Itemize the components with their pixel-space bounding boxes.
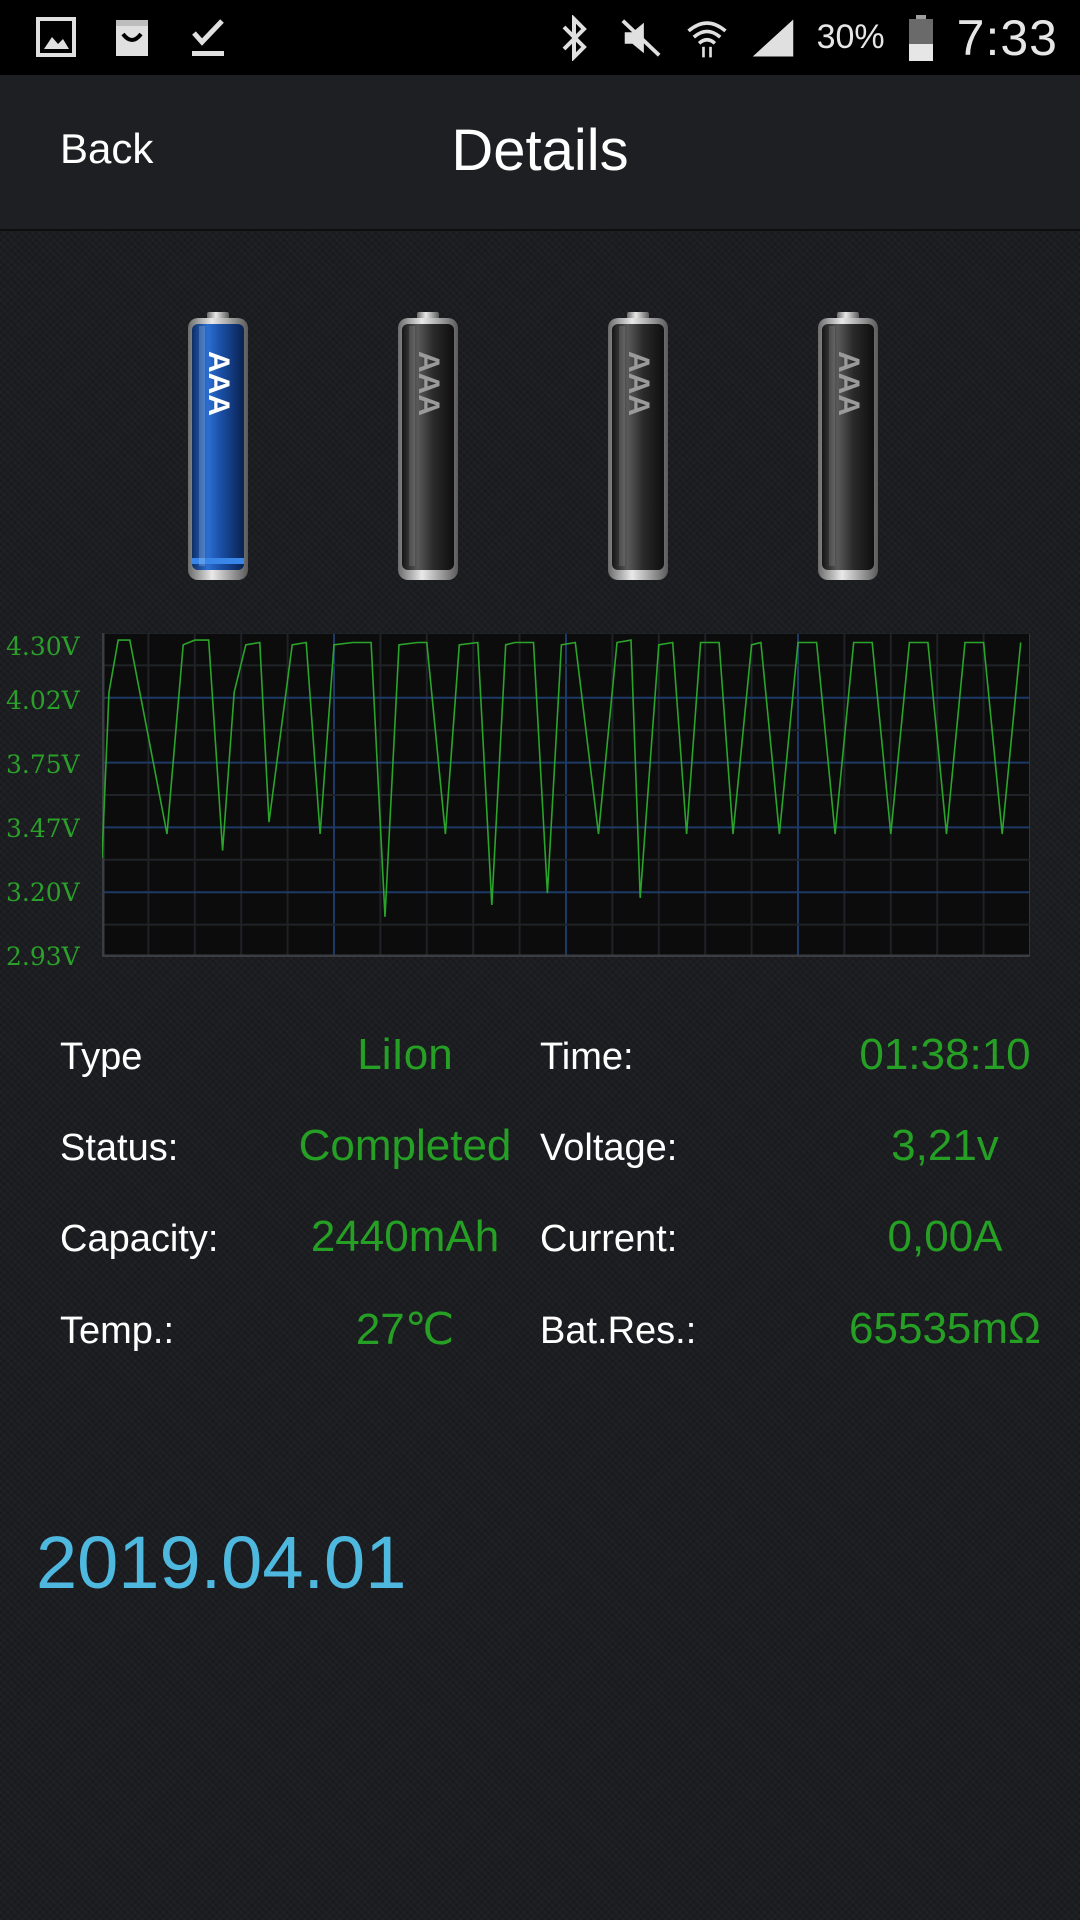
capacity-value: 2440mAh xyxy=(310,1212,500,1261)
status-value: Completed xyxy=(298,1121,512,1170)
status-label: Status: xyxy=(60,1127,179,1169)
voltage-chart: 4.30V 4.02V 3.75V 3.47V 3.20V 2.93V xyxy=(0,630,1080,971)
status-clock: 7:33 xyxy=(956,9,1058,66)
signal-icon xyxy=(751,13,795,63)
y-tick-label: 4.30V xyxy=(6,632,80,661)
battery-icon xyxy=(907,13,935,63)
page-title: Details xyxy=(451,118,629,183)
type-label: Type xyxy=(60,1036,143,1078)
mute-icon xyxy=(619,13,663,63)
download-done-icon xyxy=(186,12,230,62)
voltage-value: 3,21v xyxy=(891,1121,999,1170)
temp-value: 27℃ xyxy=(355,1305,455,1354)
y-tick-label: 3.47V xyxy=(6,814,80,843)
battery-slot-4-label: AAA xyxy=(832,351,865,416)
current-value: 0,00A xyxy=(887,1212,1003,1261)
bat-res-label: Bat.Res.: xyxy=(540,1310,697,1352)
battery-slot-2[interactable]: AAA xyxy=(395,310,461,585)
battery-slot-1[interactable]: AAA xyxy=(185,310,251,585)
battery-percent: 30% xyxy=(816,18,885,56)
shopping-bag-icon xyxy=(110,12,154,62)
battery-slots: AAA AAA AAA AAA xyxy=(0,310,1080,590)
y-tick-label: 2.93V xyxy=(6,942,80,971)
chart-plot-area xyxy=(102,633,1030,957)
battery-slot-3[interactable]: AAA xyxy=(605,310,671,585)
capacity-label: Capacity: xyxy=(60,1218,219,1260)
y-tick-label: 4.02V xyxy=(6,686,80,715)
time-label: Time: xyxy=(540,1036,634,1078)
bat-res-value: 65535mΩ xyxy=(849,1304,1041,1353)
voltage-label: Voltage: xyxy=(540,1127,678,1169)
battery-slot-3-label: AAA xyxy=(622,351,655,416)
y-tick-label: 3.20V xyxy=(6,878,80,907)
gallery-icon xyxy=(34,12,78,62)
bluetooth-icon xyxy=(553,13,597,63)
temp-label: Temp.: xyxy=(60,1310,175,1352)
wifi-icon xyxy=(685,13,729,63)
status-bar: 30% 7:33 xyxy=(0,0,1080,75)
y-tick-label: 3.75V xyxy=(6,750,80,779)
header-bar: Back Details xyxy=(0,75,1080,231)
current-label: Current: xyxy=(540,1218,678,1260)
time-value: 01:38:10 xyxy=(859,1030,1031,1079)
battery-slot-4[interactable]: AAA xyxy=(815,310,881,585)
record-date: 2019.04.01 xyxy=(36,1521,407,1604)
battery-slot-1-label: AAA xyxy=(202,351,235,416)
type-value: LiIon xyxy=(357,1030,453,1079)
battery-slot-2-label: AAA xyxy=(412,351,445,416)
